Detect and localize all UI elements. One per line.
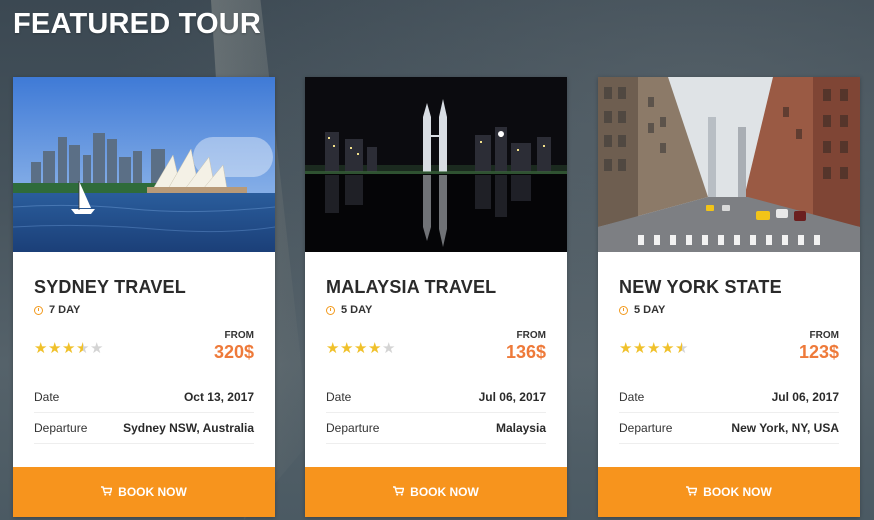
book-now-button[interactable]: BOOK NOW: [598, 467, 860, 517]
detail-label: Date: [619, 390, 645, 404]
star-icon: ★: [368, 340, 382, 357]
clock-icon: [619, 305, 628, 315]
duration-label: 7 DAY: [49, 304, 81, 316]
detail-row-departure: Departure Sydney NSW, Australia: [34, 413, 254, 444]
clock-icon: [34, 305, 43, 315]
cart-icon: [101, 485, 113, 499]
price-box: FROM 320$: [214, 330, 254, 363]
detail-value: Jul 06, 2017: [771, 390, 839, 404]
detail-label: Departure: [619, 421, 673, 435]
tour-duration: 7 DAY: [34, 304, 254, 316]
price-from-label: FROM: [516, 330, 546, 341]
rating-price-row: ★ ★ ★ ★ ★ FROM 123$: [619, 326, 839, 374]
star-icon: ★: [354, 340, 368, 357]
cart-icon: [686, 485, 698, 499]
detail-value: Malaysia: [495, 421, 546, 435]
star-rating: ★ ★ ★ ★ ★: [619, 340, 689, 357]
rating-price-row: ★ ★ ★ ★ ★ FROM 320$: [34, 326, 254, 374]
duration-label: 5 DAY: [634, 304, 666, 316]
star-icon: ★: [326, 340, 340, 357]
price-box: FROM 136$: [506, 330, 546, 363]
detail-label: Date: [34, 390, 60, 404]
detail-row-date: Date Oct 13, 2017: [34, 382, 254, 413]
book-now-label: BOOK NOW: [703, 485, 772, 499]
star-icon: ★: [619, 340, 633, 357]
detail-value: Sydney NSW, Australia: [123, 421, 254, 435]
tour-title[interactable]: MALAYSIA TRAVEL: [326, 252, 546, 298]
book-now-button[interactable]: BOOK NOW: [13, 467, 275, 517]
cart-icon: [393, 485, 405, 499]
detail-value: Oct 13, 2017: [183, 390, 254, 404]
price-value: 136$: [505, 342, 546, 362]
book-now-button[interactable]: BOOK NOW: [305, 467, 567, 517]
tour-card-sydney[interactable]: SYDNEY TRAVEL 7 DAY ★ ★ ★ ★ ★ FROM 320$: [13, 77, 275, 517]
star-icon: ★: [340, 340, 354, 357]
book-now-label: BOOK NOW: [410, 485, 479, 499]
star-empty-icon: ★: [90, 340, 104, 357]
price-value: 123$: [798, 342, 839, 362]
star-icon: ★: [633, 340, 647, 357]
star-icon: ★: [62, 340, 76, 357]
star-icon: ★: [48, 340, 62, 357]
book-now-label: BOOK NOW: [118, 485, 187, 499]
detail-value: Jul 06, 2017: [478, 390, 546, 404]
star-empty-icon: ★: [382, 340, 396, 357]
detail-row-date: Date Jul 06, 2017: [326, 382, 546, 413]
detail-row-departure: Departure Malaysia: [326, 413, 546, 444]
star-half-icon: ★: [675, 340, 689, 357]
duration-label: 5 DAY: [341, 304, 373, 316]
tour-photo-sydney[interactable]: [13, 77, 275, 252]
star-half-icon: ★: [76, 340, 90, 357]
detail-row-date: Date Jul 06, 2017: [619, 382, 839, 413]
star-rating: ★ ★ ★ ★ ★: [34, 340, 104, 357]
star-rating: ★ ★ ★ ★ ★: [326, 340, 396, 357]
price-from-label: FROM: [224, 330, 254, 341]
detail-label: Departure: [34, 421, 88, 435]
tour-duration: 5 DAY: [619, 304, 839, 316]
detail-value: New York, NY, USA: [731, 421, 839, 435]
detail-label: Date: [326, 390, 352, 404]
price-from-label: FROM: [809, 330, 839, 341]
tour-photo-malaysia[interactable]: [305, 77, 567, 252]
tour-title[interactable]: NEW YORK STATE: [619, 252, 839, 298]
section-title: FEATURED TOUR: [13, 8, 262, 40]
clock-icon: [326, 305, 335, 315]
tour-title[interactable]: SYDNEY TRAVEL: [34, 252, 254, 298]
detail-row-departure: Departure New York, NY, USA: [619, 413, 839, 444]
star-icon: ★: [34, 340, 48, 357]
rating-price-row: ★ ★ ★ ★ ★ FROM 136$: [326, 326, 546, 374]
price-box: FROM 123$: [799, 330, 839, 363]
price-value: 320$: [213, 342, 254, 362]
tour-card-new-york[interactable]: NEW YORK STATE 5 DAY ★ ★ ★ ★ ★ FROM 123$: [598, 77, 860, 517]
tour-duration: 5 DAY: [326, 304, 546, 316]
star-icon: ★: [661, 340, 675, 357]
star-icon: ★: [647, 340, 661, 357]
tour-photo-new-york[interactable]: [598, 77, 860, 252]
tour-card-malaysia[interactable]: MALAYSIA TRAVEL 5 DAY ★ ★ ★ ★ ★ FROM 136…: [305, 77, 567, 517]
detail-label: Departure: [326, 421, 380, 435]
